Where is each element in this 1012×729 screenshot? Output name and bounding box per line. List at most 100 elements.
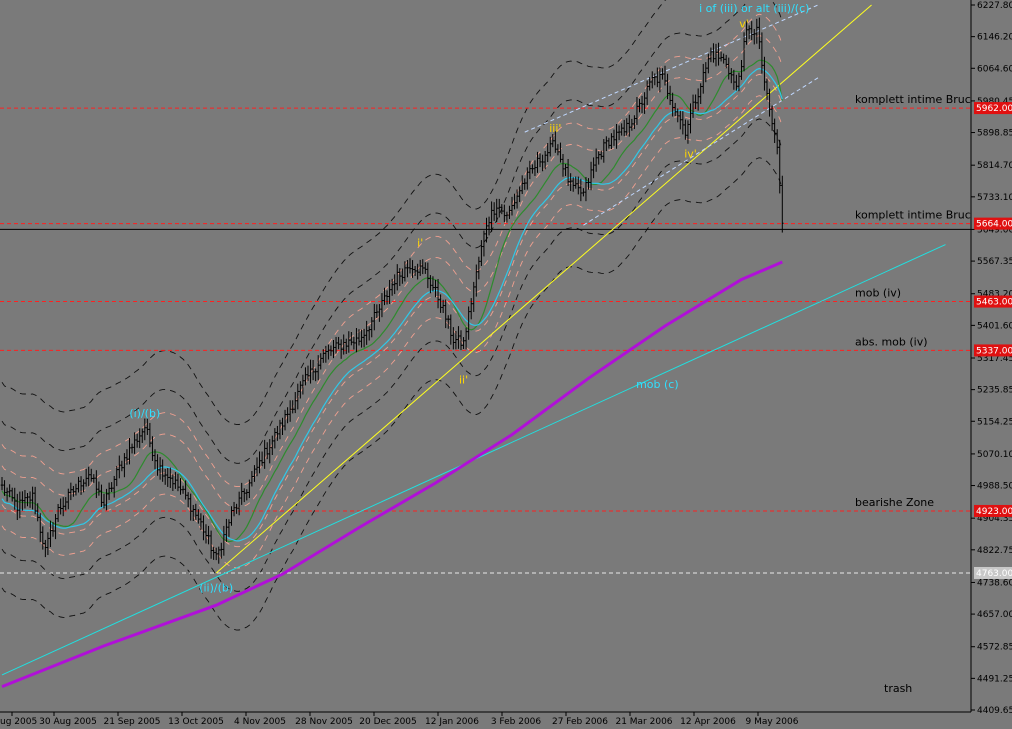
ohlc-bar <box>643 92 646 114</box>
time-tick-label-7: 12 Jan 2006 <box>425 717 479 727</box>
ohlc-bar <box>299 381 302 399</box>
ohlc-bar <box>225 518 228 542</box>
ohlc-bar <box>97 481 101 496</box>
ohlc-bar <box>538 153 542 168</box>
ohlc-bar <box>202 515 205 541</box>
ohlc-bar <box>413 265 417 276</box>
time-tick-label-8: 3 Feb 2006 <box>491 717 542 727</box>
ohlc-bar <box>607 137 611 149</box>
ohlc-bar <box>5 487 9 502</box>
wave-label-7: mob (c) <box>636 378 679 391</box>
ohlc-bar <box>344 338 348 354</box>
ohlc-bar <box>278 419 282 440</box>
ohlc-bar <box>161 459 164 482</box>
ohlc-bar <box>23 490 27 509</box>
ohlc-bar <box>115 465 119 487</box>
ohlc-bar <box>464 327 468 350</box>
price-tick-label-18: 4738.60 <box>977 578 1012 588</box>
envelope-band-0 <box>1 35 783 509</box>
price-tick-label-1: 6146.20 <box>977 33 1012 43</box>
ohlc-bar <box>46 532 50 556</box>
ohlc-bar <box>612 129 616 146</box>
ohlc-bar <box>454 331 458 350</box>
ohlc-bar <box>699 83 702 104</box>
ohlc-bar <box>589 161 593 191</box>
levels-layer <box>0 107 971 574</box>
ohlc-bar <box>220 542 223 559</box>
level-note-0: komplett intime Bruch <box>855 93 978 106</box>
ohlc-bar <box>679 110 682 130</box>
ohlc-bar <box>291 400 294 414</box>
ohlc-bar <box>497 198 501 218</box>
ohlc-bar <box>181 485 185 494</box>
moving-averages-layer <box>1 59 783 688</box>
ohlc-bar <box>485 217 488 243</box>
ohlc-bar <box>684 119 687 140</box>
price-tick-label-20: 4572.85 <box>977 643 1012 653</box>
ohlc-bar <box>242 488 246 503</box>
ohlc-bar <box>500 204 504 215</box>
ohlc-bar <box>416 263 419 280</box>
ohlc-bar <box>758 17 761 50</box>
time-axis: ug 2005 30 Aug 2005 21 Sep 2005 13 Oct 2005… <box>0 711 971 727</box>
ohlc-bar <box>350 332 353 346</box>
ohlc-bar <box>564 164 567 177</box>
ohlc-bar <box>571 177 575 192</box>
ohlc-bar <box>174 472 177 489</box>
ohlc-bar <box>778 139 782 194</box>
ohlc-bar <box>324 345 328 363</box>
ohlc-bar <box>393 274 396 295</box>
time-tick-label-12: 9 May 2006 <box>746 717 799 727</box>
ohlc-bar <box>533 160 537 176</box>
wave-label-0: (i)/(b) <box>129 407 160 420</box>
ohlc-bar <box>26 493 29 507</box>
ohlc-bar <box>171 474 175 491</box>
ohlc-bar <box>10 487 14 502</box>
ohlc-bar <box>622 119 626 137</box>
ohlc-bar <box>69 482 73 501</box>
ohlc-bar <box>370 317 374 338</box>
price-tick-label-17: 4822.75 <box>977 546 1012 556</box>
ohlc-bar <box>146 418 149 436</box>
ohlc-bar <box>133 432 136 454</box>
ohlc-bar <box>140 428 144 443</box>
level-note-3: abs. mob (iv) <box>855 335 928 348</box>
ohlc-bar <box>332 339 335 359</box>
ohlc-bar <box>727 57 731 80</box>
time-tick-label-9: 27 Feb 2006 <box>552 717 608 727</box>
level-price-label-2: 5463.00 <box>976 298 1012 308</box>
ohlc-bar <box>0 476 4 491</box>
price-tick-label-19: 4657.00 <box>977 610 1012 620</box>
price-tick-label-13: 5154.25 <box>977 417 1012 427</box>
ohlc-bar <box>319 353 323 370</box>
ohlc-bar <box>492 202 496 221</box>
ohlc-bar <box>477 256 481 280</box>
price-tick-label-21: 4491.25 <box>977 674 1012 684</box>
ohlc-bar <box>118 455 121 479</box>
ohlc-bar <box>362 328 366 348</box>
ohlc-bar <box>408 258 412 274</box>
time-tick-label-10: 21 Mar 2006 <box>615 717 672 727</box>
ohlc-bar <box>18 491 22 519</box>
wave-label-2: i' <box>417 236 423 249</box>
envelope-band-6 <box>1 0 667 426</box>
ohlc-bar <box>352 336 356 350</box>
level-price-label-3: 5337.00 <box>976 346 1012 356</box>
ohlc-bar <box>59 498 62 515</box>
ohlc-bar <box>617 125 621 141</box>
ohlc-bar <box>559 142 562 163</box>
ohlc-bar <box>681 111 685 135</box>
ohlc-bar <box>457 326 460 349</box>
ohlc-bars-layer <box>0 17 784 564</box>
ohlc-bar <box>594 148 598 172</box>
ohlc-bar <box>546 143 549 163</box>
level-price-label-0: 5962.00 <box>976 104 1012 114</box>
wave-label-1: (ii)/(b) <box>199 582 233 595</box>
ohlc-bar <box>207 525 210 545</box>
ohlc-bar <box>487 216 491 236</box>
ohlc-bar <box>694 94 697 110</box>
ohlc-bar <box>775 129 779 155</box>
ohlc-bar <box>112 475 116 498</box>
price-tick-label-4: 5898.85 <box>977 129 1012 139</box>
ohlc-bar <box>148 422 152 448</box>
